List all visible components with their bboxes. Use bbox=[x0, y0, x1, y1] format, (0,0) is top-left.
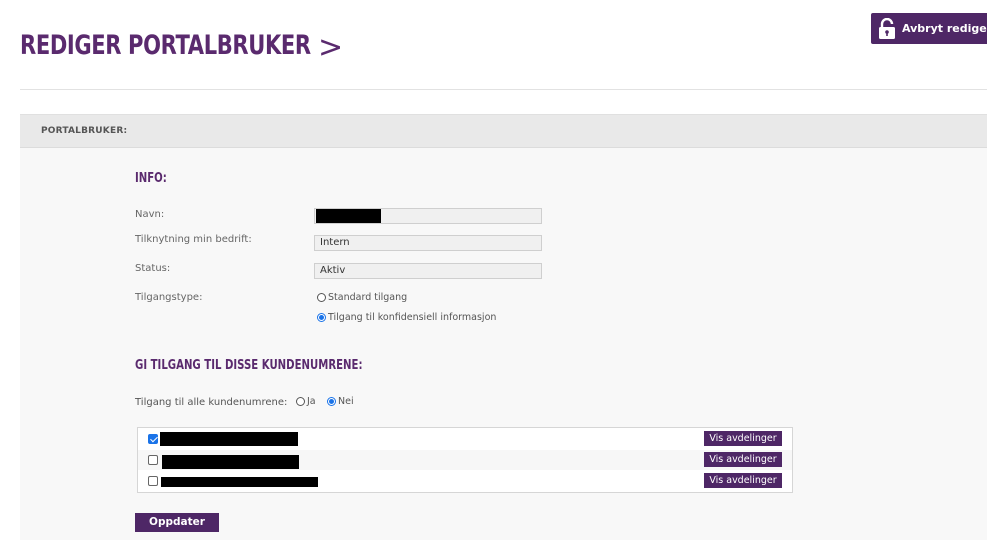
access-type-label: Tilgangstype: bbox=[135, 292, 203, 303]
name-label: Navn: bbox=[135, 209, 165, 220]
access-confidential-label: Tilgang til konfidensiell informasjon bbox=[328, 312, 497, 323]
customer-row: Vis avdelinger bbox=[138, 471, 792, 491]
portal-user-panel: PORTALBRUKER: INFO: Navn: Tilknytning mi… bbox=[20, 114, 987, 540]
all-customers-yes-label: Ja bbox=[307, 396, 316, 407]
lock-icon bbox=[879, 17, 895, 39]
chevron-right-icon: > bbox=[318, 30, 344, 65]
all-customers-no-radio[interactable] bbox=[327, 397, 336, 406]
affiliation-field[interactable]: Intern bbox=[314, 235, 542, 251]
show-departments-button[interactable]: Vis avdelinger bbox=[704, 452, 782, 467]
redacted-name bbox=[316, 209, 381, 223]
show-departments-button[interactable]: Vis avdelinger bbox=[704, 431, 782, 446]
all-customers-no-label: Nei bbox=[338, 396, 354, 407]
all-customers-yes-radio[interactable] bbox=[296, 397, 305, 406]
redacted-customer-number bbox=[161, 477, 318, 487]
customer-number-list: Vis avdelinger Vis avdelinger Vis avdeli… bbox=[137, 427, 793, 493]
customer-checkbox[interactable] bbox=[148, 476, 158, 486]
access-confidential-radio[interactable] bbox=[317, 313, 326, 322]
customer-row: Vis avdelinger bbox=[138, 429, 792, 449]
all-customers-yes-option[interactable]: Ja bbox=[296, 396, 316, 407]
customer-checkbox[interactable] bbox=[148, 434, 158, 444]
panel-header: PORTALBRUKER: bbox=[20, 115, 987, 148]
redacted-customer-number bbox=[160, 432, 298, 446]
redacted-customer-number bbox=[162, 455, 299, 469]
affiliation-label: Tilknytning min bedrift: bbox=[135, 234, 252, 245]
access-standard-option[interactable]: Standard tilgang bbox=[317, 292, 407, 303]
cancel-edit-button[interactable]: Avbryt redigering bbox=[871, 13, 987, 44]
access-standard-label: Standard tilgang bbox=[328, 292, 408, 303]
status-label: Status: bbox=[135, 263, 171, 274]
access-confidential-option[interactable]: Tilgang til konfidensiell informasjon bbox=[317, 312, 496, 323]
access-standard-radio[interactable] bbox=[317, 293, 326, 302]
cancel-edit-label: Avbryt redigering bbox=[902, 22, 987, 35]
edit-portal-user-page: REDIGER PORTALBRUKER > Avbryt redigering… bbox=[0, 0, 987, 540]
info-section-title: INFO: bbox=[135, 171, 167, 186]
customers-section-title: GI TILGANG TIL DISSE KUNDENUMRENE: bbox=[135, 358, 363, 373]
all-customers-no-option[interactable]: Nei bbox=[327, 396, 354, 407]
customer-checkbox[interactable] bbox=[148, 455, 158, 465]
status-field[interactable]: Aktiv bbox=[314, 263, 542, 279]
page-title: REDIGER PORTALBRUKER bbox=[20, 30, 311, 61]
show-departments-button[interactable]: Vis avdelinger bbox=[704, 473, 782, 488]
title-divider bbox=[20, 89, 987, 90]
customer-row: Vis avdelinger bbox=[138, 450, 792, 470]
all-customers-label: Tilgang til alle kundenumrene: bbox=[135, 397, 288, 408]
update-button[interactable]: Oppdater bbox=[135, 513, 219, 532]
